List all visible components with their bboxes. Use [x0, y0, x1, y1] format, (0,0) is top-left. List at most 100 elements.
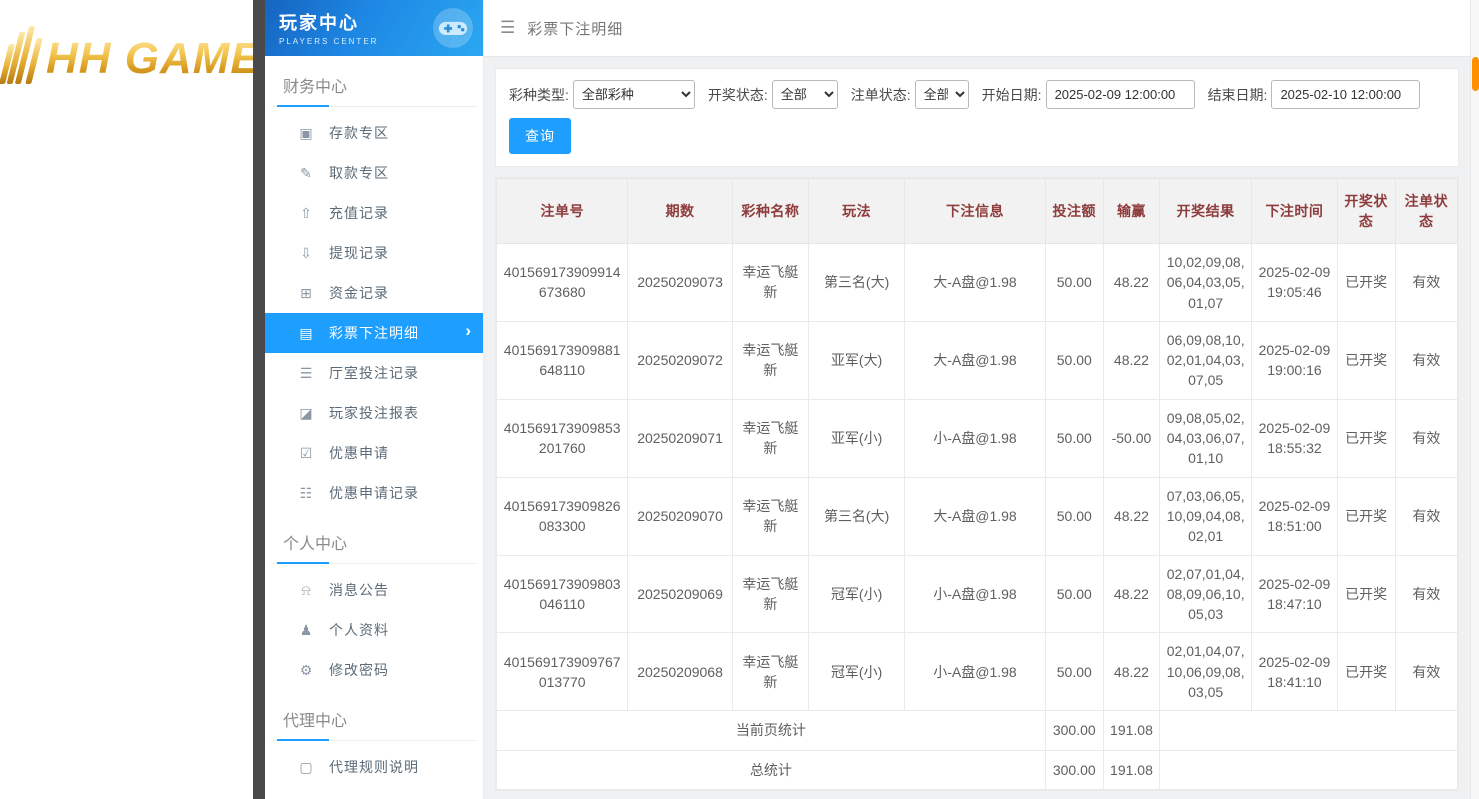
filter-row: 彩种类型: 全部彩种 开奖状态: 全部 注单状态: 全部 开始日期: 结束日期:	[509, 80, 1445, 109]
col-header-play: 玩法	[808, 179, 904, 244]
sidebar-item-label: 优惠申请	[329, 443, 389, 463]
summary-win-loss: 191.08	[1103, 750, 1159, 789]
cell-bet-status: 有效	[1395, 399, 1457, 477]
lottery-type-select[interactable]: 全部彩种	[573, 80, 695, 109]
bet-status-select[interactable]: 全部	[915, 80, 969, 109]
sidebar-item-player-bet-report[interactable]: ◪玩家投注报表	[265, 393, 483, 433]
bet-row: 40156917390988164811020250209072幸运飞艇新亚军(…	[497, 321, 1458, 399]
sidebar-item-label: 消息公告	[329, 580, 389, 600]
cell-play: 第三名(大)	[808, 244, 904, 322]
end-date-label: 结束日期:	[1208, 85, 1268, 105]
sidebar-item-label: 存款专区	[329, 123, 389, 143]
chevron-right-icon: ›	[465, 321, 471, 341]
col-header-draw-result: 开奖结果	[1160, 179, 1252, 244]
cell-draw-status: 已开奖	[1337, 477, 1395, 555]
main-area: ☰ 彩票下注明细 彩种类型: 全部彩种 开奖状态: 全部 注单状态: 全部	[484, 0, 1470, 799]
topbar: ☰ 彩票下注明细	[484, 0, 1470, 57]
sidebar-item-label: 厅室投注记录	[329, 363, 419, 383]
sidebar-item-promo-apply[interactable]: ☑优惠申请	[265, 433, 483, 473]
draw-status-select[interactable]: 全部	[772, 80, 838, 109]
cell-period: 20250209072	[628, 321, 732, 399]
bets-table-panel: 注单号期数彩种名称玩法下注信息投注额输赢开奖结果下注时间开奖状态注单状态 401…	[495, 177, 1459, 791]
bell-icon: ⍾	[297, 582, 315, 599]
col-header-draw-status: 开奖状态	[1337, 179, 1395, 244]
sidebar-item-hall-bet-records[interactable]: ☰厅室投注记录	[265, 353, 483, 393]
col-header-win-loss: 输赢	[1103, 179, 1159, 244]
cell-bet-amount: 50.00	[1045, 477, 1103, 555]
bet-row: 40156917390991467368020250209073幸运飞艇新第三名…	[497, 244, 1458, 322]
draw-status-label: 开奖状态:	[708, 85, 768, 105]
sidebar-item-agent-team-stats[interactable]: ▦代理团队统计	[265, 787, 483, 799]
cell-bet-status: 有效	[1395, 321, 1457, 399]
cell-bet-info: 大-A盘@1.98	[905, 477, 1045, 555]
content: 彩种类型: 全部彩种 开奖状态: 全部 注单状态: 全部 开始日期: 结束日期:	[484, 57, 1470, 799]
gamepad-icon	[433, 8, 473, 48]
cell-bet-info: 大-A盘@1.98	[905, 321, 1045, 399]
cell-bet-time: 2025-02-09 18:51:00	[1252, 477, 1337, 555]
cell-lottery-name: 幸运飞艇新	[732, 477, 808, 555]
summary-bet-amount: 300.00	[1045, 711, 1103, 750]
promo-record-icon: ☷	[297, 485, 315, 502]
cell-draw-status: 已开奖	[1337, 321, 1395, 399]
sidebar-item-change-password[interactable]: ⚙ 修改密码	[265, 650, 483, 690]
cell-draw-status: 已开奖	[1337, 399, 1395, 477]
summary-row: 总统计300.00191.08	[497, 750, 1458, 789]
cell-bet-no: 401569173909803046110	[497, 555, 628, 633]
sidebar-item-deposit-zone[interactable]: ▣存款专区	[265, 113, 483, 153]
cell-bet-no: 401569173909914673680	[497, 244, 628, 322]
scrollbar[interactable]	[1470, 0, 1479, 799]
sidebar-item-withdraw-zone[interactable]: ✎取款专区	[265, 153, 483, 193]
menu-toggle-icon[interactable]: ☰	[500, 18, 515, 38]
sidebar-item-promo-apply-records[interactable]: ☷优惠申请记录	[265, 473, 483, 513]
sidebar-item-profile[interactable]: ♟个人资料	[265, 610, 483, 650]
cell-bet-amount: 50.00	[1045, 399, 1103, 477]
sidebar-item-label: 个人资料	[329, 620, 389, 640]
sidebar-item-withdrawal-records[interactable]: ⇩提现记录	[265, 233, 483, 273]
section-label: 代理中心	[283, 713, 347, 730]
cell-draw-result: 06,09,08,10,02,01,04,03,07,05	[1160, 321, 1252, 399]
filter-actions: 查询	[509, 118, 1445, 154]
col-header-period: 期数	[628, 179, 732, 244]
cell-win-loss: 48.22	[1103, 244, 1159, 322]
sidebar-item-label: 资金记录	[329, 283, 389, 303]
section-label: 财务中心	[283, 79, 347, 96]
cell-bet-status: 有效	[1395, 244, 1457, 322]
sidebar-item-agent-rules[interactable]: ▢ 代理规则说明	[265, 747, 483, 787]
cell-bet-no: 401569173909853201760	[497, 399, 628, 477]
cell-play: 第三名(大)	[808, 477, 904, 555]
sidebar-item-recharge-records[interactable]: ⇧充值记录	[265, 193, 483, 233]
cell-draw-result: 02,01,04,07,10,06,09,08,03,05	[1160, 633, 1252, 711]
cell-bet-info: 小-A盘@1.98	[905, 399, 1045, 477]
bet-row: 40156917390985320176020250209071幸运飞艇新亚军(…	[497, 399, 1458, 477]
search-button[interactable]: 查询	[509, 118, 571, 154]
lottery-type-label: 彩种类型:	[509, 85, 569, 105]
page-title: 彩票下注明细	[527, 18, 623, 39]
cell-bet-info: 大-A盘@1.98	[905, 244, 1045, 322]
cell-lottery-name: 幸运飞艇新	[732, 399, 808, 477]
scrollbar-thumb[interactable]	[1472, 57, 1479, 91]
cell-bet-status: 有效	[1395, 633, 1457, 711]
col-header-bet-info: 下注信息	[905, 179, 1045, 244]
document-icon: ▢	[297, 759, 315, 776]
cell-lottery-name: 幸运飞艇新	[732, 633, 808, 711]
cell-period: 20250209069	[628, 555, 732, 633]
bets-table: 注单号期数彩种名称玩法下注信息投注额输赢开奖结果下注时间开奖状态注单状态 401…	[496, 178, 1458, 790]
sidebar-item-lottery-bet-details[interactable]: ▤彩票下注明细›	[265, 313, 483, 353]
sidebar-item-label: 彩票下注明细	[329, 323, 419, 343]
sidebar-item-label: 修改密码	[329, 660, 389, 680]
sidebar-item-funds-records[interactable]: ⊞资金记录	[265, 273, 483, 313]
sidebar-section-personal: 个人中心	[271, 513, 477, 564]
end-date-input[interactable]	[1271, 80, 1420, 109]
cell-play: 亚军(大)	[808, 321, 904, 399]
start-date-input[interactable]	[1046, 80, 1195, 109]
cell-lottery-name: 幸运飞艇新	[732, 321, 808, 399]
sidebar-item-announcements[interactable]: ⍾ 消息公告	[265, 570, 483, 610]
gear-icon: ⚙	[297, 662, 315, 679]
cell-bet-status: 有效	[1395, 477, 1457, 555]
summary-row: 当前页统计300.00191.08	[497, 711, 1458, 750]
cell-lottery-name: 幸运飞艇新	[732, 244, 808, 322]
cell-bet-time: 2025-02-09 18:55:32	[1252, 399, 1337, 477]
sidebar-section-agent: 代理中心	[271, 690, 477, 741]
sidebar-item-label: 代理规则说明	[329, 757, 419, 777]
summary-empty	[1160, 711, 1458, 750]
